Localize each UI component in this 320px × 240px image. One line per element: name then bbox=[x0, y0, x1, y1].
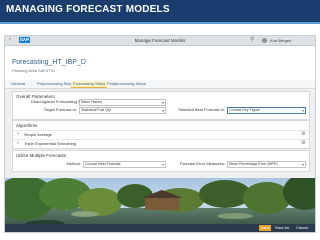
avatar[interactable] bbox=[262, 38, 267, 43]
footer-bar: Save Save As Cancel bbox=[5, 224, 315, 232]
chevron-down-icon: ▾ bbox=[301, 108, 304, 113]
field3-value: Choose Key Figure bbox=[229, 108, 260, 112]
save-as-button[interactable]: Save As bbox=[273, 225, 291, 231]
chevron-right-icon[interactable]: › bbox=[17, 131, 19, 138]
slide-divider bbox=[0, 22, 320, 24]
chevron-down-icon: ▾ bbox=[161, 108, 164, 113]
object-header: Forecasting_HT_IBP_D Planning Area SAP4T… bbox=[5, 46, 315, 80]
method-label: Method: bbox=[66, 161, 81, 166]
field3-label: Selected Best Forecast in: bbox=[178, 107, 225, 112]
search-icon[interactable]: ⚲ bbox=[250, 37, 254, 44]
algorithm-name: Simple Average bbox=[24, 132, 52, 137]
settings-icon[interactable]: ⚙ bbox=[301, 131, 305, 138]
error-measure-select[interactable]: Mean Percentage Error (MPE) ▾ bbox=[227, 161, 306, 168]
user-name[interactable]: Kurt Bergen bbox=[270, 37, 291, 44]
app-window: ‹ SAP Manage Forecast Models ⚲ Kurt Berg… bbox=[5, 36, 315, 232]
overall-parameters-panel: Overall Parameters Dead Against Forecast… bbox=[12, 91, 310, 120]
slide-title: MANAGING FORECAST MODELS bbox=[6, 4, 170, 15]
algorithms-panel: Algorithms › Simple Average ⚙ › Triple E… bbox=[12, 120, 310, 149]
shell-title: Manage Forecast Models bbox=[134, 38, 186, 43]
field2-value: Statistical Fcst Qty bbox=[81, 108, 111, 112]
chevron-down-icon: ▾ bbox=[301, 162, 304, 167]
tab-forecasting[interactable]: Forecasting Steps bbox=[71, 81, 108, 88]
error-measure-value: Mean Percentage Error (MPE) bbox=[229, 162, 278, 166]
algorithm-row[interactable]: › Simple Average ⚙ bbox=[16, 131, 306, 138]
algorithm-name: Triple Exponential Smoothing bbox=[24, 141, 77, 146]
field1-label: Dead Against Forecasting Steps: bbox=[31, 99, 90, 104]
tab-bar: General Preprocessing Steps Forecasting … bbox=[5, 80, 315, 89]
chevron-right-icon[interactable]: › bbox=[17, 140, 19, 147]
page-subtitle: Planning Area SAP4T01 bbox=[12, 68, 56, 73]
shell-bar: ‹ SAP Manage Forecast Models ⚲ Kurt Berg… bbox=[5, 36, 315, 46]
method-select[interactable]: Choose Best Forecast ▾ bbox=[83, 161, 166, 168]
slide-title-bar: MANAGING FORECAST MODELS bbox=[0, 0, 320, 22]
tab-preprocessing[interactable]: Preprocessing Steps bbox=[35, 81, 76, 87]
settings-icon[interactable]: ⚙ bbox=[301, 140, 305, 147]
tab-postprocessing[interactable]: Postprocessing Steps bbox=[105, 81, 148, 87]
cancel-button[interactable]: Cancel bbox=[293, 225, 311, 231]
field2-select[interactable]: Statistical Fcst Qty ▾ bbox=[79, 107, 166, 114]
multiple-forecasts-panel: Utilize Multiple Forecasts Method: Choos… bbox=[12, 150, 310, 172]
page-title: Forecasting_HT_IBP_D bbox=[12, 59, 86, 66]
field3-select[interactable]: Choose Key Figure ▾ bbox=[227, 107, 306, 114]
method-value: Choose Best Forecast bbox=[85, 162, 121, 166]
field1-value: Sales History bbox=[81, 100, 103, 104]
save-button[interactable]: Save bbox=[259, 225, 271, 231]
chevron-down-icon: ▾ bbox=[161, 100, 164, 105]
multiple-forecasts-title: Utilize Multiple Forecasts bbox=[16, 153, 67, 158]
algorithms-title: Algorithms bbox=[16, 123, 38, 128]
field1-select[interactable]: Sales History ▾ bbox=[79, 99, 166, 106]
algorithm-row[interactable]: › Triple Exponential Smoothing ⚙ bbox=[16, 140, 306, 147]
tab-general[interactable]: General bbox=[9, 81, 27, 87]
error-measure-label: Forecast Error Measures: bbox=[179, 161, 225, 166]
field2-label: Target Forecast to: bbox=[43, 107, 77, 112]
